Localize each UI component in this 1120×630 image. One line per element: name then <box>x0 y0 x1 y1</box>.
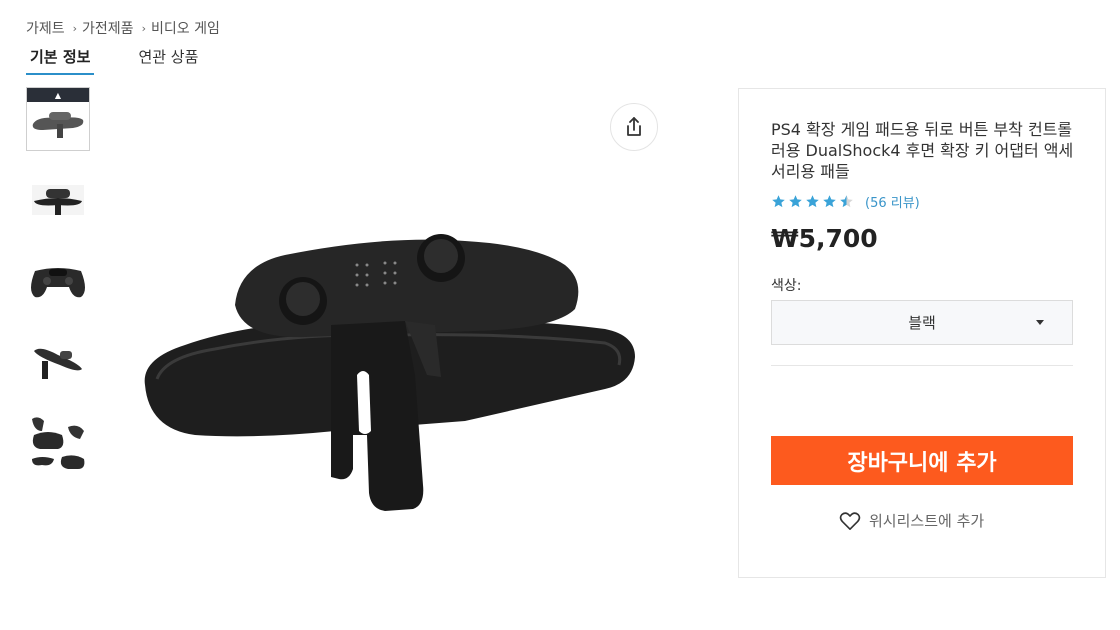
heart-icon <box>839 511 861 530</box>
triangle-up-icon: ▲ <box>54 90 62 100</box>
star-rating <box>771 194 856 209</box>
color-select-value: 블랙 <box>908 314 936 332</box>
add-to-cart-button[interactable]: 장바구니에 추가 <box>771 436 1073 485</box>
divider <box>771 365 1073 366</box>
paddle-thumbnail-image <box>32 112 84 138</box>
chevron-down-icon <box>1036 320 1044 325</box>
color-select[interactable]: 블랙 <box>771 300 1073 345</box>
star-icon <box>772 195 785 208</box>
star-icon <box>823 195 836 208</box>
chevron-right-icon: › <box>141 21 146 35</box>
add-to-wishlist-button[interactable]: 위시리스트에 추가 <box>839 510 984 531</box>
product-price: ₩5,700 <box>771 224 878 253</box>
star-icon <box>789 195 802 208</box>
product-tabs: 기본 정보 연관 상품 <box>26 46 202 75</box>
breadcrumb-item-gadgets[interactable]: 가제트 <box>26 18 65 38</box>
paddle-thumbnail-image <box>32 185 84 215</box>
product-title: PS4 확장 게임 패드용 뒤로 버튼 부착 컨트롤러용 DualShock4 … <box>771 120 1074 181</box>
main-product-image <box>144 234 635 511</box>
wishlist-label: 위시리스트에 추가 <box>869 512 985 530</box>
review-count-link[interactable]: (56 리뷰) <box>865 192 920 211</box>
thumbnail-paddle-front[interactable] <box>26 168 90 232</box>
tab-related-products[interactable]: 연관 상품 <box>134 46 202 75</box>
share-icon <box>627 117 641 136</box>
breadcrumb: 가제트 › 가전제품 › 비디오 게임 <box>26 18 220 38</box>
thumbnail-paddle-side[interactable] <box>26 330 90 394</box>
collage-thumbnail-image <box>32 417 85 469</box>
color-label: 색상: <box>771 278 802 294</box>
thumbnail-controller-back[interactable] <box>26 249 90 313</box>
star-icon <box>806 195 819 208</box>
product-info-panel: PS4 확장 게임 패드용 뒤로 버튼 부착 컨트롤러용 DualShock4 … <box>738 88 1106 578</box>
breadcrumb-item-electronics[interactable]: 가전제품 <box>82 18 134 38</box>
tab-basic-info[interactable]: 기본 정보 <box>26 46 95 75</box>
thumbnail-paddle-top[interactable]: ▲ <box>26 87 90 151</box>
paddle-thumbnail-image <box>34 348 82 379</box>
breadcrumb-item-video-games[interactable]: 비디오 게임 <box>151 18 220 38</box>
thumbnail-collage[interactable] <box>26 411 90 475</box>
half-star-icon <box>840 195 853 208</box>
share-button[interactable] <box>610 103 658 151</box>
product-rating: (56 리뷰) <box>771 192 920 211</box>
controller-thumbnail-image <box>31 268 85 298</box>
thumbnail-banner: ▲ <box>27 88 89 102</box>
thumbnail-list: ▲ <box>26 87 90 492</box>
chevron-right-icon: › <box>72 21 78 35</box>
